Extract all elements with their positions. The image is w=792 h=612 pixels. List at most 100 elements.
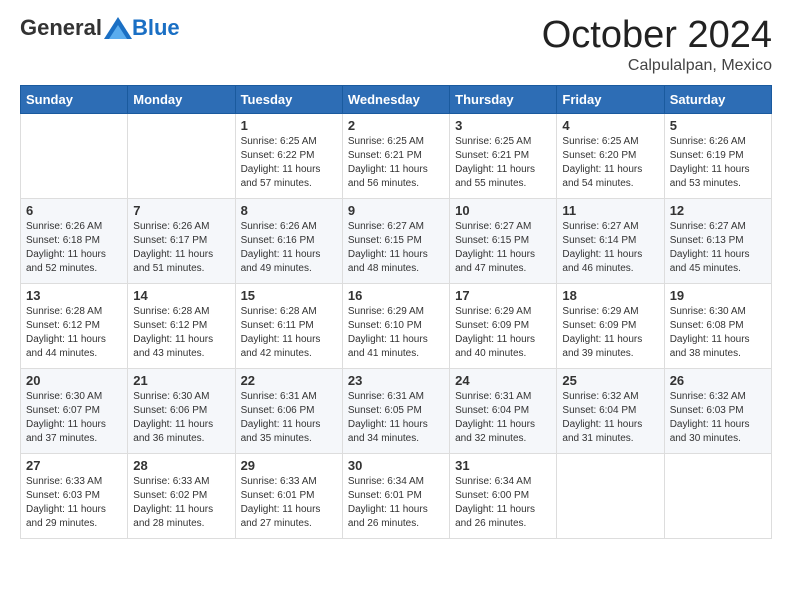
calendar-cell: 4 Sunrise: 6:25 AM Sunset: 6:20 PM Daylig… (557, 113, 664, 198)
calendar-cell: 21Sunrise: 6:30 AM Sunset: 6:06 PM Dayli… (128, 368, 235, 453)
calendar-cell (128, 113, 235, 198)
logo-text: General Blue (20, 15, 180, 41)
day-info: Sunrise: 6:26 AM Sunset: 6:19 PM Dayligh… (670, 135, 766, 191)
calendar-cell: 7 Sunrise: 6:26 AM Sunset: 6:17 PM Daylig… (128, 198, 235, 283)
day-info: Sunrise: 6:32 AM Sunset: 6:03 PM Dayligh… (670, 390, 766, 446)
day-number: 2 (348, 118, 444, 133)
weekday-header-wednesday: Wednesday (342, 85, 449, 113)
calendar-cell: 10 Sunrise: 6:27 AM Sunset: 6:15 PM Dayli… (450, 198, 557, 283)
week-row-1: 1 Sunrise: 6:25 AM Sunset: 6:22 PM Daylig… (21, 113, 772, 198)
day-info: Sunrise: 6:34 AM Sunset: 6:01 PM Dayligh… (348, 475, 444, 531)
day-number: 9 (348, 203, 444, 218)
calendar-cell: 27 Sunrise: 6:33 AM Sunset: 6:03 PM Dayli… (21, 453, 128, 538)
day-info: Sunrise: 6:27 AM Sunset: 6:13 PM Dayligh… (670, 220, 766, 276)
weekday-header-monday: Monday (128, 85, 235, 113)
day-info: Sunrise: 6:26 AM Sunset: 6:17 PM Dayligh… (133, 220, 229, 276)
calendar-cell: 26 Sunrise: 6:32 AM Sunset: 6:03 PM Dayli… (664, 368, 771, 453)
day-number: 10 (455, 203, 551, 218)
day-number: 20 (26, 373, 122, 388)
day-number: 18 (562, 288, 658, 303)
calendar-cell: 5Sunrise: 6:26 AM Sunset: 6:19 PM Daylig… (664, 113, 771, 198)
day-number: 3 (455, 118, 551, 133)
calendar-cell: 29 Sunrise: 6:33 AM Sunset: 6:01 PM Dayli… (235, 453, 342, 538)
weekday-header-tuesday: Tuesday (235, 85, 342, 113)
day-number: 4 (562, 118, 658, 133)
calendar-cell (557, 453, 664, 538)
calendar-cell: 18 Sunrise: 6:29 AM Sunset: 6:09 PM Dayli… (557, 283, 664, 368)
calendar-cell: 13 Sunrise: 6:28 AM Sunset: 6:12 PM Dayli… (21, 283, 128, 368)
day-number: 26 (670, 373, 766, 388)
day-info: Sunrise: 6:31 AM Sunset: 6:04 PM Dayligh… (455, 390, 551, 446)
calendar-cell: 14 Sunrise: 6:28 AM Sunset: 6:12 PM Dayli… (128, 283, 235, 368)
day-info: Sunrise: 6:28 AM Sunset: 6:11 PM Dayligh… (241, 305, 337, 361)
day-number: 28 (133, 458, 229, 473)
day-number: 23 (348, 373, 444, 388)
calendar-cell: 8Sunrise: 6:26 AM Sunset: 6:16 PM Daylig… (235, 198, 342, 283)
day-info: Sunrise: 6:27 AM Sunset: 6:15 PM Dayligh… (455, 220, 551, 276)
day-info: Sunrise: 6:31 AM Sunset: 6:06 PM Dayligh… (241, 390, 337, 446)
calendar-cell: 2 Sunrise: 6:25 AM Sunset: 6:21 PM Daylig… (342, 113, 449, 198)
calendar-cell: 6 Sunrise: 6:26 AM Sunset: 6:18 PM Daylig… (21, 198, 128, 283)
calendar-cell: 9Sunrise: 6:27 AM Sunset: 6:15 PM Daylig… (342, 198, 449, 283)
calendar-cell: 20 Sunrise: 6:30 AM Sunset: 6:07 PM Dayli… (21, 368, 128, 453)
day-info: Sunrise: 6:30 AM Sunset: 6:08 PM Dayligh… (670, 305, 766, 361)
calendar-cell: 19Sunrise: 6:30 AM Sunset: 6:08 PM Dayli… (664, 283, 771, 368)
logo-icon (104, 17, 132, 39)
day-info: Sunrise: 6:29 AM Sunset: 6:09 PM Dayligh… (455, 305, 551, 361)
calendar-table: SundayMondayTuesdayWednesdayThursdayFrid… (20, 85, 772, 539)
day-info: Sunrise: 6:26 AM Sunset: 6:16 PM Dayligh… (241, 220, 337, 276)
day-number: 11 (562, 203, 658, 218)
day-number: 24 (455, 373, 551, 388)
weekday-header-sunday: Sunday (21, 85, 128, 113)
day-info: Sunrise: 6:33 AM Sunset: 6:01 PM Dayligh… (241, 475, 337, 531)
day-info: Sunrise: 6:25 AM Sunset: 6:21 PM Dayligh… (348, 135, 444, 191)
calendar-cell: 22 Sunrise: 6:31 AM Sunset: 6:06 PM Dayli… (235, 368, 342, 453)
calendar-cell: 17 Sunrise: 6:29 AM Sunset: 6:09 PM Dayli… (450, 283, 557, 368)
week-row-4: 20 Sunrise: 6:30 AM Sunset: 6:07 PM Dayli… (21, 368, 772, 453)
day-number: 31 (455, 458, 551, 473)
day-number: 22 (241, 373, 337, 388)
calendar-cell: 16Sunrise: 6:29 AM Sunset: 6:10 PM Dayli… (342, 283, 449, 368)
calendar-cell: 30 Sunrise: 6:34 AM Sunset: 6:01 PM Dayli… (342, 453, 449, 538)
page-header: General Blue October 2024 Calpulalpan, M… (20, 15, 772, 75)
day-info: Sunrise: 6:30 AM Sunset: 6:06 PM Dayligh… (133, 390, 229, 446)
day-info: Sunrise: 6:29 AM Sunset: 6:09 PM Dayligh… (562, 305, 658, 361)
day-info: Sunrise: 6:31 AM Sunset: 6:05 PM Dayligh… (348, 390, 444, 446)
calendar-cell: 1 Sunrise: 6:25 AM Sunset: 6:22 PM Daylig… (235, 113, 342, 198)
day-info: Sunrise: 6:28 AM Sunset: 6:12 PM Dayligh… (26, 305, 122, 361)
weekday-header-saturday: Saturday (664, 85, 771, 113)
calendar-cell: 23 Sunrise: 6:31 AM Sunset: 6:05 PM Dayli… (342, 368, 449, 453)
day-info: Sunrise: 6:26 AM Sunset: 6:18 PM Dayligh… (26, 220, 122, 276)
day-number: 13 (26, 288, 122, 303)
day-info: Sunrise: 6:28 AM Sunset: 6:12 PM Dayligh… (133, 305, 229, 361)
day-number: 15 (241, 288, 337, 303)
week-row-3: 13 Sunrise: 6:28 AM Sunset: 6:12 PM Dayli… (21, 283, 772, 368)
weekday-header-row: SundayMondayTuesdayWednesdayThursdayFrid… (21, 85, 772, 113)
day-info: Sunrise: 6:25 AM Sunset: 6:22 PM Dayligh… (241, 135, 337, 191)
day-number: 14 (133, 288, 229, 303)
title-area: October 2024 Calpulalpan, Mexico (542, 15, 772, 75)
calendar-cell: 24 Sunrise: 6:31 AM Sunset: 6:04 PM Dayli… (450, 368, 557, 453)
day-info: Sunrise: 6:32 AM Sunset: 6:04 PM Dayligh… (562, 390, 658, 446)
logo: General Blue (20, 15, 180, 41)
weekday-header-friday: Friday (557, 85, 664, 113)
day-number: 6 (26, 203, 122, 218)
day-number: 1 (241, 118, 337, 133)
day-info: Sunrise: 6:33 AM Sunset: 6:03 PM Dayligh… (26, 475, 122, 531)
week-row-5: 27 Sunrise: 6:33 AM Sunset: 6:03 PM Dayli… (21, 453, 772, 538)
day-info: Sunrise: 6:25 AM Sunset: 6:20 PM Dayligh… (562, 135, 658, 191)
day-number: 7 (133, 203, 229, 218)
day-info: Sunrise: 6:34 AM Sunset: 6:00 PM Dayligh… (455, 475, 551, 531)
calendar-cell (664, 453, 771, 538)
week-row-2: 6 Sunrise: 6:26 AM Sunset: 6:18 PM Daylig… (21, 198, 772, 283)
day-number: 30 (348, 458, 444, 473)
day-info: Sunrise: 6:29 AM Sunset: 6:10 PM Dayligh… (348, 305, 444, 361)
day-number: 29 (241, 458, 337, 473)
calendar-cell (21, 113, 128, 198)
logo-blue: Blue (132, 15, 180, 41)
day-info: Sunrise: 6:30 AM Sunset: 6:07 PM Dayligh… (26, 390, 122, 446)
day-info: Sunrise: 6:25 AM Sunset: 6:21 PM Dayligh… (455, 135, 551, 191)
calendar-cell: 15 Sunrise: 6:28 AM Sunset: 6:11 PM Dayli… (235, 283, 342, 368)
day-number: 27 (26, 458, 122, 473)
day-number: 17 (455, 288, 551, 303)
